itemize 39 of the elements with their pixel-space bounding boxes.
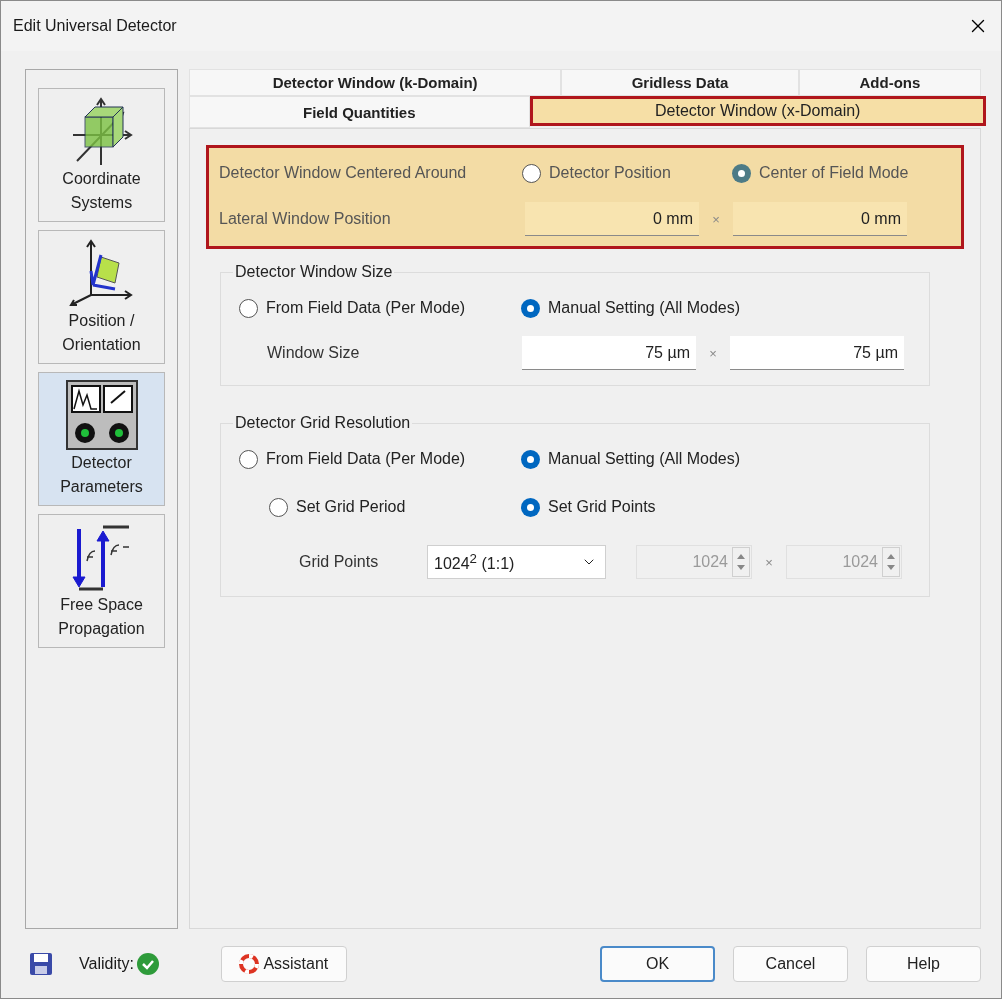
field-label: Lateral Window Position — [219, 210, 392, 228]
window-title: Edit Universal Detector — [13, 17, 177, 35]
sidebar-item[interactable]: Position / Orientation — [38, 230, 165, 364]
times-sign: × — [708, 345, 718, 361]
group-title: Detector Window Size — [234, 263, 394, 281]
sidebar-item[interactable]: Free Space Propagation — [38, 514, 165, 648]
tab[interactable]: Add-ons — [798, 69, 981, 96]
field-label: Window Size — [267, 344, 361, 362]
sidebar-item[interactable]: Coordinate Systems — [38, 88, 165, 222]
sidebar-item[interactable]: Detector Parameters — [38, 372, 165, 506]
radio-button[interactable]: Manual Setting (All Modes) — [521, 298, 741, 318]
input-field[interactable]: 0 mm — [525, 202, 699, 236]
field-label: Grid Points — [299, 553, 380, 571]
field-label: Detector Window Centered Around — [219, 164, 468, 182]
lifebuoy-icon — [239, 953, 260, 974]
times-sign: × — [711, 211, 721, 227]
input-field[interactable]: 75 µm — [730, 336, 904, 370]
tab[interactable]: Detector Window (k-Domain) — [189, 69, 562, 96]
radio-button[interactable]: From Field Data (Per Mode) — [239, 298, 521, 318]
radio-button[interactable]: Set Grid Period — [269, 497, 521, 517]
tab[interactable]: Field Quantities — [189, 96, 530, 128]
dialog-button[interactable]: Help — [866, 945, 981, 982]
dialog-button[interactable]: OK — [600, 945, 715, 982]
radio-button[interactable]: Set Grid Points — [521, 497, 656, 517]
tab[interactable]: Gridless Data — [561, 69, 799, 96]
radio-button[interactable]: From Field Data (Per Mode) — [239, 449, 521, 469]
radio-button[interactable]: Detector Position — [522, 163, 732, 183]
assistant-button[interactable]: Assistant — [220, 945, 347, 982]
validity-label: Validity: — [79, 954, 134, 973]
group-title: Detector Grid Resolution — [234, 414, 412, 432]
detector-device-icon — [64, 379, 139, 451]
input-field[interactable]: 0 mm — [733, 202, 907, 236]
radio-button[interactable]: Center of Field Mode — [732, 163, 909, 183]
dialog-button[interactable]: Cancel — [733, 945, 848, 982]
radio-button[interactable]: Manual Setting (All Modes) — [521, 449, 741, 469]
times-sign: × — [764, 554, 774, 570]
input-field[interactable]: 75 µm — [522, 336, 696, 370]
save-icon[interactable] — [29, 951, 53, 976]
tab[interactable]: Detector Window (x-Domain) — [529, 96, 986, 126]
